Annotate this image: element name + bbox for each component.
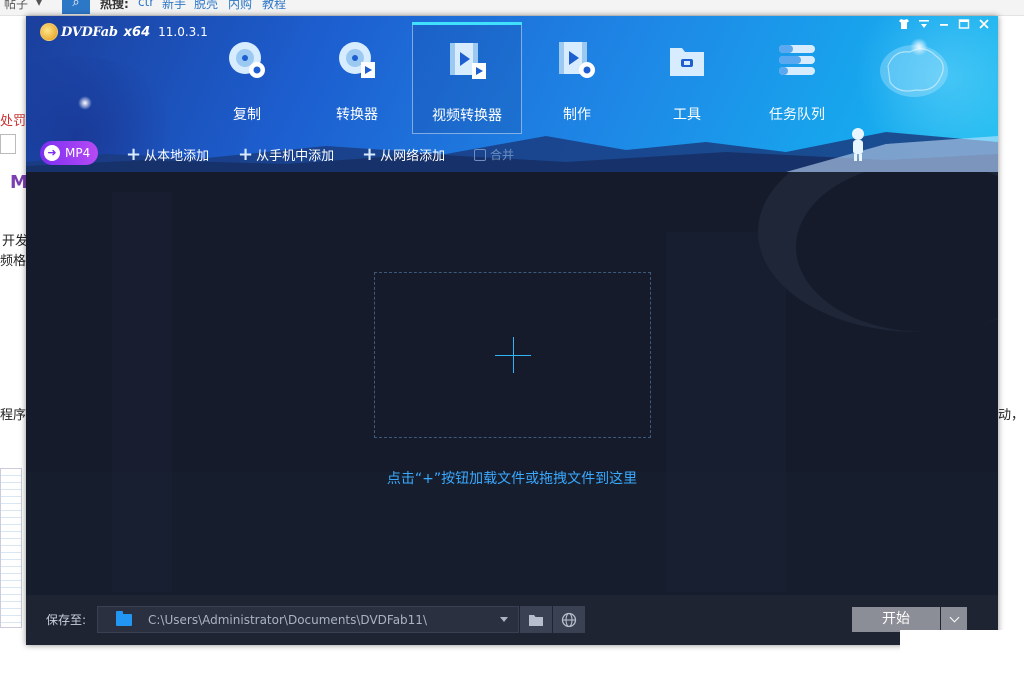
astronaut-icon xyxy=(852,128,864,161)
add-network-button[interactable]: + 从网络添加 xyxy=(362,145,445,164)
arrow-right-icon: ➜ xyxy=(44,145,60,161)
nav-task-queue-label: 任务队列 xyxy=(769,107,825,123)
main-nav: 复制 转换器 视频转换器 制作 工具 任务队列 xyxy=(192,22,852,134)
brand-arch: x64 xyxy=(123,24,151,40)
menu-icon[interactable] xyxy=(916,18,932,34)
skin-icon[interactable] xyxy=(896,18,912,34)
bg-chevron-icon: ▾ xyxy=(36,0,43,9)
search-icon: ⌕ xyxy=(72,0,80,10)
nav-video-converter-label: 视频转换器 xyxy=(432,108,502,124)
app-brand: DVDFab x64 11.0.3.1 xyxy=(40,22,208,42)
bg-text-dev: 开发 xyxy=(2,234,29,249)
window-controls xyxy=(896,18,992,34)
profile-mp4-button[interactable]: ➜ MP4 xyxy=(40,141,98,165)
plus-icon: + xyxy=(362,143,378,165)
add-file-dropzone[interactable] xyxy=(374,272,651,438)
bg-hot-link-1[interactable]: ctr xyxy=(138,0,154,9)
nav-utilities[interactable]: 工具 xyxy=(632,22,742,134)
start-options-button[interactable] xyxy=(941,607,967,632)
nav-ripper[interactable]: 转换器 xyxy=(302,22,412,134)
bg-text-right: 动，以 xyxy=(998,408,1024,423)
bg-text-punish: 处罚 xyxy=(0,114,27,129)
bg-text-format: 频格 xyxy=(0,254,27,269)
brand-name: DVDFab xyxy=(61,24,118,40)
add-local-label: 从本地添加 xyxy=(144,149,210,164)
nav-copy[interactable]: 复制 xyxy=(192,22,302,134)
nav-creator-label: 制作 xyxy=(563,107,591,123)
plus-icon: + xyxy=(238,143,254,165)
caret-down-icon xyxy=(500,617,508,622)
bg-text-post[interactable]: 帖子 xyxy=(4,0,28,12)
disc-copy-icon xyxy=(229,42,265,78)
background-page-corner xyxy=(900,630,1024,682)
open-folder-icon xyxy=(529,614,543,626)
save-to-label: 保存至: xyxy=(46,613,87,627)
bg-hot-link-2[interactable]: 新手 xyxy=(162,0,186,12)
plus-icon: + xyxy=(126,143,142,165)
bg-thumbnail-list xyxy=(0,468,22,628)
toolbox-icon xyxy=(670,48,704,76)
add-network-label: 从网络添加 xyxy=(380,149,446,164)
bg-checkbox[interactable] xyxy=(0,134,16,154)
add-phone-label: 从手机中添加 xyxy=(256,149,335,164)
video-convert-icon xyxy=(450,43,486,79)
save-path-text: C:\Users\Administrator\Documents\DVDFab1… xyxy=(148,612,427,627)
merge-button[interactable]: 合并 xyxy=(474,146,514,163)
merge-label: 合并 xyxy=(490,148,515,162)
bg-search-button[interactable]: ⌕ xyxy=(62,0,90,14)
profile-mp4-label: MP4 xyxy=(65,146,91,160)
bg-shade xyxy=(26,472,998,595)
header-star xyxy=(78,96,92,110)
chevron-down-icon xyxy=(949,612,959,623)
web-button[interactable] xyxy=(553,606,585,633)
nav-task-queue[interactable]: 任务队列 xyxy=(742,22,852,134)
start-button[interactable]: 开始 xyxy=(852,607,940,632)
folder-icon xyxy=(116,610,132,626)
add-local-button[interactable]: + 从本地添加 xyxy=(126,145,209,164)
close-icon[interactable] xyxy=(976,18,992,34)
nav-video-converter[interactable]: 视频转换器 xyxy=(412,22,522,134)
bg-hot-link-4[interactable]: 内购 xyxy=(228,0,252,12)
minimize-icon[interactable] xyxy=(936,18,952,34)
nav-ripper-label: 转换器 xyxy=(336,107,378,123)
bg-hot-link-5[interactable]: 教程 xyxy=(262,0,286,12)
drop-hint: 点击“+”按钮加载文件或拖拽文件到这里 xyxy=(386,471,638,487)
merge-icon xyxy=(474,148,486,161)
file-drop-area: 点击“+”按钮加载文件或拖拽文件到这里 xyxy=(26,172,998,595)
nav-creator[interactable]: 制作 xyxy=(522,22,632,134)
bg-hot-link-3[interactable]: 脱壳 xyxy=(194,0,218,12)
dvdfab-logo-icon xyxy=(40,23,58,41)
add-plus-icon-v xyxy=(513,337,514,373)
disc-convert-icon xyxy=(339,42,375,78)
bg-hot-label: 热搜: xyxy=(100,0,129,11)
app-footer: 保存至: C:\Users\Administrator\Documents\DV… xyxy=(26,595,998,645)
dvdfab-window: DVDFab x64 11.0.3.1 复制 转换器 视频转换器 制作 工具 任… xyxy=(26,16,998,645)
save-path-dropdown[interactable]: C:\Users\Administrator\Documents\DVDFab1… xyxy=(97,606,519,633)
brain-decoration-icon xyxy=(880,45,948,97)
task-queue-icon xyxy=(779,45,815,75)
browse-folder-button[interactable] xyxy=(520,606,552,633)
add-phone-button[interactable]: + 从手机中添加 xyxy=(238,145,334,164)
background-topbar: 帖子 ▾ ⌕ 热搜: ctr 新手 脱壳 内购 教程 xyxy=(0,0,1024,16)
globe-icon xyxy=(561,612,577,627)
nav-utilities-label: 工具 xyxy=(673,107,701,123)
video-create-icon xyxy=(559,42,595,78)
maximize-icon[interactable] xyxy=(956,18,972,34)
nav-copy-label: 复制 xyxy=(233,107,261,123)
